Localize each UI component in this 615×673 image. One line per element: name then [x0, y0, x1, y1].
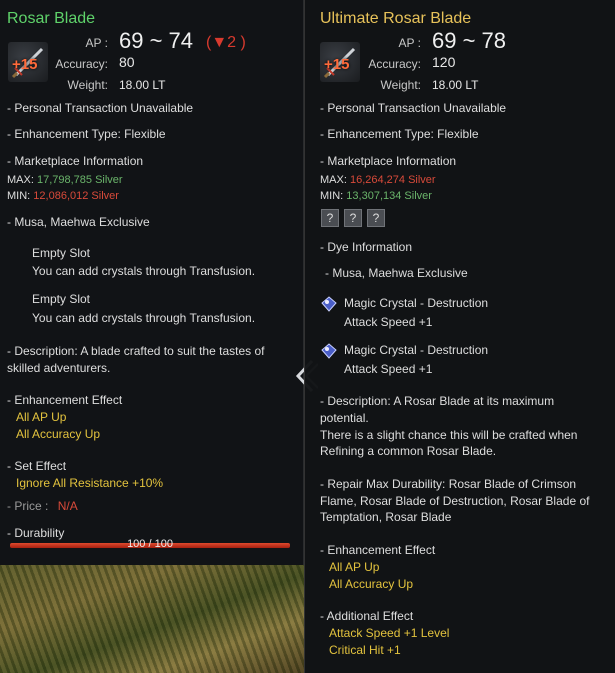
dye-slot[interactable]: ?	[321, 209, 339, 227]
description-line: skilled adventurers.	[7, 361, 111, 375]
max-label: MAX:	[320, 174, 347, 186]
accuracy-label: Accuracy:	[55, 57, 108, 71]
min-label: MIN:	[320, 190, 344, 202]
ap-change: (▼2 )	[206, 34, 246, 51]
durability-text: 100 / 100	[127, 538, 173, 550]
min-label: MIN:	[7, 190, 31, 202]
marketplace-max: MAX: 16,264,274 Silver	[320, 174, 436, 186]
crystal-icon	[321, 343, 337, 359]
item-name: Ultimate Rosar Blade	[320, 10, 472, 27]
price-value: N/A	[57, 499, 78, 513]
repair-line: Temptation, Rosar Blade	[320, 510, 452, 524]
min-value: 12,086,012 Silver	[33, 190, 119, 202]
price-row: - Price : N/A	[7, 499, 78, 513]
enhancement-effect-heading: - Enhancement Effect	[320, 543, 436, 557]
ap-label: AP :	[398, 36, 421, 50]
marketplace-min: MIN: 12,086,012 Silver	[7, 190, 119, 202]
max-value: 17,798,785 Silver	[36, 174, 123, 186]
description-line: There is a slight chance this will be cr…	[320, 428, 578, 442]
set-effect: Ignore All Resistance +10%	[16, 476, 164, 490]
enhancement-effect: All AP Up	[16, 410, 67, 424]
dye-heading: - Dye Information	[320, 240, 413, 254]
additional-effect: Critical Hit +1	[329, 643, 401, 657]
weight-label: Weight:	[67, 78, 108, 92]
enhancement-effect: All Accuracy Up	[329, 577, 414, 591]
description-line: potential.	[320, 411, 369, 425]
repair-line: - Repair Max Durability: Rosar Blade of …	[320, 477, 577, 491]
min-value: 13,307,134 Silver	[346, 190, 432, 202]
dye-slot[interactable]: ?	[367, 209, 385, 227]
current-item-tooltip: Rosar Blade +15 AP : 69 ~ 74 (▼2 ) Accur…	[0, 0, 304, 565]
enhancement-effect: All AP Up	[329, 560, 380, 574]
weight-label: Weight:	[380, 78, 421, 92]
marketplace-min: MIN: 13,307,134 Silver	[320, 190, 432, 202]
max-value: 16,264,274 Silver	[349, 174, 436, 186]
accuracy-label: Accuracy:	[368, 57, 421, 71]
enhancement-level: +15	[12, 56, 38, 73]
crystal-effect: Attack Speed +1	[344, 362, 433, 376]
crystal-name: Magic Crystal - Destruction	[344, 296, 489, 310]
crystal-icon	[321, 296, 337, 312]
game-world-background	[0, 565, 304, 673]
enhancement-type: - Enhancement Type: Flexible	[7, 127, 166, 141]
transaction-info: - Personal Transaction Unavailable	[7, 101, 194, 115]
marketplace-heading: - Marketplace Information	[7, 154, 144, 168]
additional-effect-heading: - Additional Effect	[320, 609, 414, 623]
slot-desc: You can add crystals through Transfusion…	[32, 264, 256, 278]
enhancement-effect: All Accuracy Up	[16, 427, 101, 441]
marketplace-heading: - Marketplace Information	[320, 154, 457, 168]
slot-title: Empty Slot	[32, 246, 91, 260]
max-label: MAX:	[7, 174, 34, 186]
enhancement-type: - Enhancement Type: Flexible	[320, 127, 479, 141]
enhancement-effect-heading: - Enhancement Effect	[7, 393, 123, 407]
additional-effect: Attack Speed +1 Level	[329, 626, 450, 640]
weight-value: 18.00 LT	[119, 78, 166, 92]
slot-title: Empty Slot	[32, 292, 91, 306]
set-effect-heading: - Set Effect	[7, 459, 67, 473]
class-exclusive: - Musa, Maehwa Exclusive	[7, 215, 150, 229]
weight-value: 18.00 LT	[432, 78, 479, 92]
compare-item-tooltip: Ultimate Rosar Blade +15 AP : 69 ~ 78 Ac…	[304, 0, 615, 673]
crystal-name: Magic Crystal - Destruction	[344, 343, 489, 357]
ap-label: AP :	[85, 36, 108, 50]
accuracy-value: 120	[432, 54, 456, 70]
accuracy-value: 80	[119, 54, 135, 70]
ap-value: 69 ~ 78	[432, 28, 507, 53]
class-exclusive: - Musa, Maehwa Exclusive	[325, 266, 468, 280]
slot-desc: You can add crystals through Transfusion…	[32, 311, 256, 325]
description-line: - Description: A blade crafted to suit t…	[7, 344, 265, 358]
price-label: - Price :	[7, 499, 49, 513]
description-line: Refining a common Rosar Blade.	[320, 444, 497, 458]
ap-value: 69 ~ 74	[119, 28, 194, 53]
dye-slot[interactable]: ?	[344, 209, 362, 227]
description-line: - Description: A Rosar Blade at its maxi…	[320, 394, 555, 408]
repair-line: Flame, Rosar Blade of Destruction, Rosar…	[320, 494, 590, 508]
crystal-effect: Attack Speed +1	[344, 315, 433, 329]
transaction-info: - Personal Transaction Unavailable	[320, 101, 507, 115]
item-name: Rosar Blade	[7, 10, 96, 27]
enhancement-level: +15	[324, 56, 350, 73]
marketplace-max: MAX: 17,798,785 Silver	[7, 174, 123, 186]
